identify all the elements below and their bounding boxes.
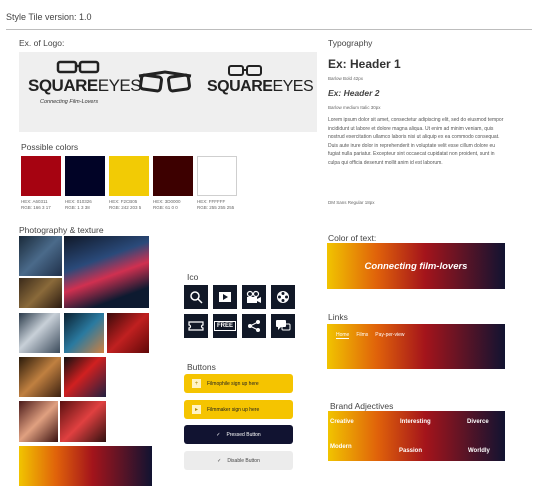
plus-icon: + bbox=[192, 379, 201, 388]
photo-thumbnail bbox=[19, 313, 60, 353]
adjective-creative: Creative bbox=[330, 419, 354, 425]
text-color-label: Color of text: bbox=[328, 233, 377, 243]
swatch-red bbox=[21, 156, 61, 196]
text-color-panel: Connecting film-lovers bbox=[327, 243, 505, 289]
swatch-caption: HEX: FFFFFF RGB: 255 255 255 bbox=[197, 199, 235, 210]
icons-label: Ico bbox=[187, 272, 199, 282]
header1-sample: Ex: Header 1 bbox=[328, 57, 401, 71]
photo-thumbnail bbox=[19, 236, 62, 276]
play-icon[interactable] bbox=[213, 285, 237, 309]
logo-full: SQUAREEYES Connecting Film-Lovers bbox=[28, 60, 142, 120]
logo-compact-light: EYES bbox=[272, 78, 314, 95]
adjective-modern: Modern bbox=[330, 444, 352, 450]
photo-thumbnail bbox=[19, 401, 58, 442]
photo-thumbnail bbox=[60, 401, 106, 442]
body-sample: Lorem ipsum dolor sit amet, consectetur … bbox=[328, 117, 504, 166]
text-color-sample: Connecting film-lovers bbox=[364, 260, 468, 272]
header-divider bbox=[6, 29, 532, 30]
typography-label: Typography bbox=[328, 38, 373, 48]
swatch-white bbox=[197, 156, 237, 196]
swatch-navy bbox=[65, 156, 105, 196]
logo-wordmark-bold: SQUARE bbox=[28, 76, 98, 95]
photo-thumbnail bbox=[19, 357, 61, 397]
links-label: Links bbox=[328, 312, 348, 322]
adjective-passion: Passion bbox=[399, 448, 423, 454]
photo-section-label: Photography & texture bbox=[19, 225, 104, 235]
logo-section-label: Ex. of Logo: bbox=[19, 38, 65, 48]
gradient-texture bbox=[19, 446, 152, 486]
header2-sample: Ex: Header 2 bbox=[328, 88, 380, 98]
buttons-label: Buttons bbox=[187, 362, 216, 372]
glasses-logo-icon bbox=[138, 70, 192, 93]
filmmaker-signup-button[interactable]: ▸ Filmmaker sign up here bbox=[184, 400, 293, 419]
logo-tagline: Connecting Film-Lovers bbox=[40, 99, 99, 105]
swatch-yellow bbox=[109, 156, 149, 196]
photo-thumbnail bbox=[64, 313, 104, 353]
photo-large bbox=[64, 236, 149, 308]
search-icon[interactable] bbox=[184, 285, 208, 309]
photo-thumbnail bbox=[64, 357, 106, 397]
page-title: Style Tile version: 1.0 bbox=[6, 12, 92, 22]
adjectives-panel: Creative Interesting Diverce Modern Pass… bbox=[328, 411, 505, 461]
logo-compact: SQUAREEYES bbox=[207, 64, 314, 114]
disabled-button[interactable]: ✓ Disable Button bbox=[184, 451, 293, 470]
photo-thumbnail bbox=[19, 278, 62, 308]
adjective-worldly: Worldly bbox=[468, 448, 490, 454]
swatch-caption: HEX: F2CB05 RGB: 242 203 5 bbox=[109, 199, 142, 210]
header1-note: Barlow Bold 42px bbox=[328, 76, 364, 81]
share-icon[interactable] bbox=[242, 314, 266, 338]
camera-icon[interactable] bbox=[242, 285, 266, 309]
adjective-diverce: Diverce bbox=[467, 419, 489, 425]
ticket-icon[interactable] bbox=[184, 314, 208, 338]
link-films[interactable]: Films bbox=[356, 332, 368, 339]
logo-compact-bold: SQUARE bbox=[207, 78, 273, 95]
photo-thumbnail bbox=[107, 313, 149, 353]
filmophile-signup-button[interactable]: + Filmophile sign up here bbox=[184, 374, 293, 393]
free-icon[interactable]: FREE bbox=[213, 314, 237, 338]
swatch-maroon bbox=[153, 156, 193, 196]
check-icon: ✓ bbox=[217, 457, 222, 464]
link-home[interactable]: Home bbox=[336, 332, 350, 339]
chat-icon[interactable] bbox=[271, 314, 295, 338]
link-pay-per-view[interactable]: Pay-per-view bbox=[375, 332, 404, 339]
check-icon: ✓ bbox=[216, 431, 221, 438]
colors-label: Possible colors bbox=[21, 142, 79, 152]
camera-icon: ▸ bbox=[192, 405, 201, 414]
adjectives-label: Brand Adjectives bbox=[330, 401, 394, 411]
body-note: DM Sans Regular 18px bbox=[328, 200, 375, 205]
swatch-caption: HEX: A60311 RGB: 166 3 17 bbox=[21, 199, 51, 210]
header2-note: Barlow medium Italic 30px bbox=[328, 105, 381, 110]
logo-panel: SQUAREEYES Connecting Film-Lovers SQUARE… bbox=[19, 52, 317, 132]
swatch-caption: HEX: 010326 RGB: 1 3 38 bbox=[65, 199, 92, 210]
film-reel-icon[interactable] bbox=[271, 285, 295, 309]
swatch-caption: HEX: 3D0000 RGB: 61 0 0 bbox=[153, 199, 181, 210]
adjective-interesting: Interesting bbox=[400, 419, 431, 425]
links-panel: Home Films Pay-per-view bbox=[327, 324, 505, 369]
pressed-button[interactable]: ✓ Pressed Button bbox=[184, 425, 293, 444]
